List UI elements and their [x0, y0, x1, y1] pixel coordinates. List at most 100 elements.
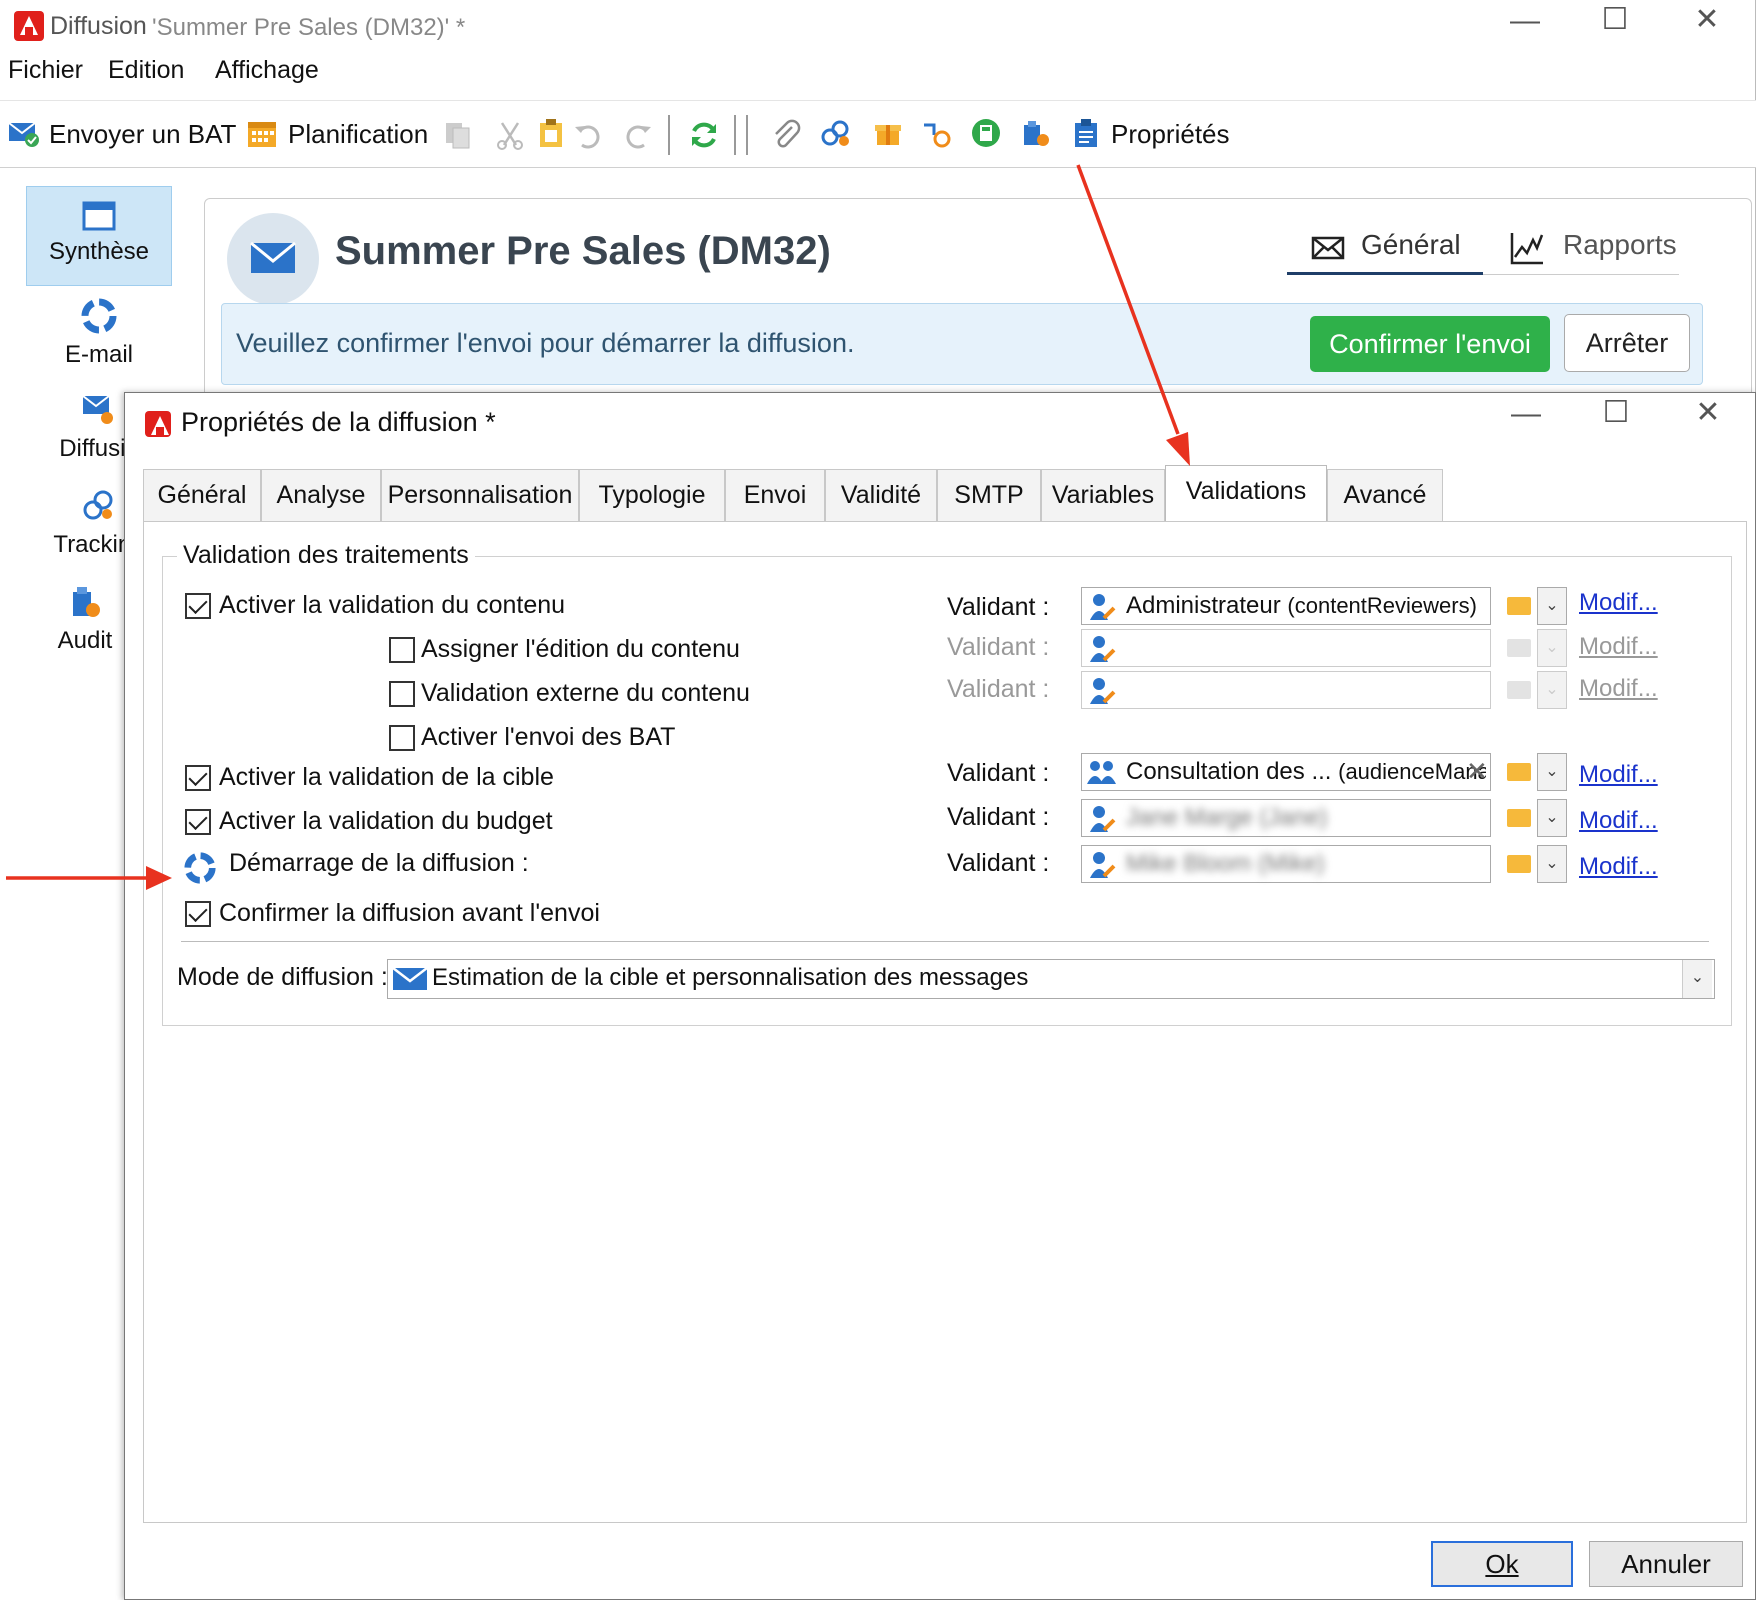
- send-proof-icon[interactable]: [8, 117, 40, 149]
- stop-button[interactable]: Arrêter: [1564, 314, 1690, 372]
- menu-file[interactable]: Fichier: [8, 56, 83, 85]
- calendar-icon[interactable]: [246, 117, 278, 149]
- confirm-before-send-checkbox[interactable]: [185, 901, 211, 927]
- properties-icon[interactable]: [1070, 117, 1102, 149]
- properties-button[interactable]: Propriétés: [1111, 119, 1230, 150]
- chevron-down-icon[interactable]: ⌄: [1682, 960, 1712, 998]
- menu-edit[interactable]: Edition: [108, 56, 184, 85]
- ok-button[interactable]: Ok: [1431, 1541, 1573, 1587]
- delivery-start-validator-value: Mike Bloom (Mike): [1126, 850, 1325, 877]
- attachment-icon[interactable]: [770, 119, 802, 151]
- tab-variables[interactable]: Variables: [1041, 469, 1165, 521]
- nav-item-summary[interactable]: Synthèse: [26, 186, 172, 286]
- cancel-button[interactable]: Annuler: [1589, 1541, 1743, 1587]
- tab-reports-label: Rapports: [1563, 229, 1677, 260]
- modify-link[interactable]: Modif...: [1579, 807, 1658, 835]
- audit-icon[interactable]: [1020, 117, 1052, 149]
- validations-tab-content: Validation des traitements Activer la va…: [143, 521, 1747, 1523]
- tracking-icon[interactable]: [920, 117, 952, 149]
- tab-general[interactable]: Général: [1287, 221, 1483, 275]
- offer-icon[interactable]: [872, 117, 904, 149]
- tab-personalization[interactable]: Personnalisation: [381, 469, 579, 521]
- chevron-down-icon[interactable]: ⌄: [1537, 753, 1567, 791]
- redo-icon[interactable]: [622, 119, 654, 151]
- delivery-mode-value: Estimation de la cible et personnalisati…: [432, 964, 1029, 991]
- send-proof-checkbox[interactable]: [389, 725, 415, 751]
- folder-icon[interactable]: [1507, 809, 1531, 827]
- tab-smtp[interactable]: SMTP: [937, 469, 1041, 521]
- envelope-icon: [250, 241, 296, 273]
- document-title: 'Summer Pre Sales (DM32)' *: [152, 14, 466, 41]
- user-icon: [1090, 806, 1116, 832]
- folder-icon[interactable]: [1507, 763, 1531, 781]
- notice-text: Veuillez confirmer l'envoi pour démarrer…: [236, 328, 855, 358]
- tab-typology[interactable]: Typologie: [579, 469, 725, 521]
- nav-item-email[interactable]: E-mail: [26, 292, 172, 382]
- budget-validation-checkbox[interactable]: [185, 809, 211, 835]
- send-proof-label: Activer l'envoi des BAT: [421, 723, 676, 751]
- content-edit-validator-field[interactable]: [1081, 629, 1491, 667]
- target-validator-field[interactable]: Consultation des ... (audienceManag ✕: [1081, 753, 1491, 791]
- chevron-down-icon[interactable]: ⌄: [1537, 845, 1567, 883]
- external-content-validation-label: Validation externe du contenu: [421, 679, 750, 707]
- refresh-icon[interactable]: [688, 119, 720, 151]
- minimize-icon[interactable]: —: [1500, 4, 1550, 38]
- chevron-down-icon: ⌄: [1537, 629, 1567, 667]
- tab-general-label: Général: [1361, 229, 1461, 260]
- tab-reports[interactable]: Rapports: [1483, 221, 1679, 275]
- modify-link[interactable]: Modif...: [1579, 853, 1658, 881]
- schedule-button[interactable]: Planification: [288, 119, 428, 150]
- tab-general[interactable]: Général: [143, 469, 261, 521]
- external-validator-field[interactable]: [1081, 671, 1491, 709]
- calculator-icon[interactable]: [970, 117, 1002, 149]
- toolbar-separator: [734, 115, 736, 155]
- close-icon[interactable]: ✕: [1683, 395, 1733, 430]
- delivery-start-validator-field[interactable]: Mike Bloom (Mike): [1081, 845, 1491, 883]
- assign-content-edit-checkbox[interactable]: [389, 637, 415, 663]
- user-icon: [1090, 636, 1116, 662]
- tab-analysis[interactable]: Analyse: [261, 469, 381, 521]
- send-proof-button[interactable]: Envoyer un BAT: [49, 119, 236, 150]
- summary-icon: [82, 201, 116, 231]
- validator-label: Validant :: [947, 633, 1050, 661]
- tab-validity[interactable]: Validité: [825, 469, 937, 521]
- budget-validator-field[interactable]: Jane Marge (Jane): [1081, 799, 1491, 837]
- folder-icon[interactable]: [1507, 597, 1531, 615]
- validator-label: Validant :: [947, 675, 1050, 703]
- content-validation-checkbox[interactable]: [185, 593, 211, 619]
- modify-link[interactable]: Modif...: [1579, 589, 1658, 617]
- modify-link: Modif...: [1579, 675, 1658, 702]
- tab-validations[interactable]: Validations: [1165, 465, 1327, 523]
- chevron-down-icon[interactable]: ⌄: [1537, 799, 1567, 837]
- link-icon[interactable]: [820, 117, 852, 149]
- folder-icon[interactable]: [1507, 855, 1531, 873]
- tab-send[interactable]: Envoi: [725, 469, 825, 521]
- menu-display[interactable]: Affichage: [215, 56, 319, 85]
- content-validator-field[interactable]: Administrateur (contentReviewers): [1081, 587, 1491, 625]
- tracking-icon: [83, 490, 113, 520]
- close-icon[interactable]: ✕: [1682, 2, 1732, 37]
- chevron-down-icon[interactable]: ⌄: [1537, 587, 1567, 625]
- target-validation-checkbox[interactable]: [185, 765, 211, 791]
- confirm-send-button[interactable]: Confirmer l'envoi: [1310, 316, 1550, 372]
- copy-icon[interactable]: [442, 119, 474, 151]
- validator-label: Validant :: [947, 593, 1050, 621]
- paste-icon[interactable]: [536, 117, 568, 149]
- user-icon: [1090, 852, 1116, 878]
- menu-bar: Fichier Edition Affichage: [0, 56, 1756, 94]
- confirmation-notice: Veuillez confirmer l'envoi pour démarrer…: [221, 303, 1703, 385]
- chart-icon: [1510, 233, 1544, 265]
- delivery-mode-select[interactable]: Estimation de la cible et personnalisati…: [387, 959, 1715, 999]
- maximize-icon[interactable]: ☐: [1591, 395, 1641, 430]
- external-content-validation-checkbox[interactable]: [389, 681, 415, 707]
- validation-group: Validation des traitements Activer la va…: [162, 541, 1732, 1026]
- clear-icon[interactable]: ✕: [1466, 756, 1488, 787]
- nav-label: E-mail: [64, 341, 133, 368]
- maximize-icon[interactable]: ☐: [1590, 2, 1640, 37]
- undo-icon[interactable]: [572, 119, 604, 151]
- audit-icon: [73, 587, 100, 617]
- minimize-icon[interactable]: —: [1501, 397, 1551, 431]
- modify-link[interactable]: Modif...: [1579, 761, 1658, 789]
- tab-advanced[interactable]: Avancé: [1327, 469, 1443, 521]
- cut-icon[interactable]: [494, 119, 526, 151]
